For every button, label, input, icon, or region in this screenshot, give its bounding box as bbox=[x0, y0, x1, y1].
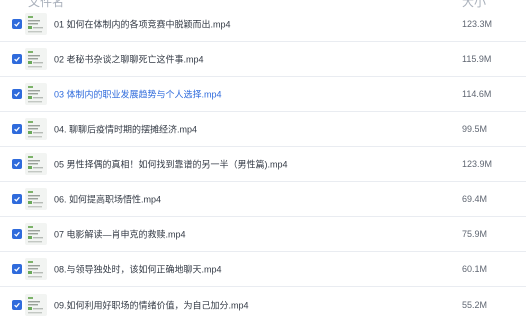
file-row[interactable]: 07 电影解读—肖申克的救赎.mp4 75.9M bbox=[0, 217, 526, 252]
video-file-icon bbox=[25, 153, 47, 175]
file-row[interactable]: 04. 聊聊后疫情时期的摆摊经济.mp4 99.5M bbox=[0, 112, 526, 147]
file-name[interactable]: 03 体制内的职业发展趋势与个人选择.mp4 bbox=[54, 88, 222, 101]
file-list: 文件名 大小 01 如何在体制内的各项竞赛中脱颖而出.mp4 123.3M 02… bbox=[0, 0, 526, 326]
checkmark-icon bbox=[14, 126, 20, 132]
checkbox[interactable] bbox=[12, 299, 22, 310]
checkmark-icon bbox=[14, 196, 20, 202]
file-row[interactable]: 03 体制内的职业发展趋势与个人选择.mp4 114.6M bbox=[0, 77, 526, 112]
file-row[interactable]: 08.与领导独处时，该如何正确地聊天.mp4 60.1M bbox=[0, 252, 526, 287]
file-size: 115.9M bbox=[462, 54, 492, 64]
file-size: 55.2M bbox=[462, 299, 488, 310]
file-size: 99.5M bbox=[462, 124, 488, 134]
file-size: 114.6M bbox=[462, 89, 492, 99]
checkbox[interactable] bbox=[12, 124, 22, 134]
checkbox[interactable] bbox=[12, 19, 22, 29]
checkmark-icon bbox=[14, 21, 20, 27]
checkbox[interactable] bbox=[12, 54, 22, 64]
checkbox[interactable] bbox=[12, 159, 22, 169]
checkmark-icon bbox=[14, 56, 20, 62]
file-name: 09.如何利用好职场的情绪价值，为自己加分.mp4 bbox=[54, 300, 249, 310]
checkbox[interactable] bbox=[12, 229, 22, 239]
file-row[interactable]: 05 男性择偶的真相！如何找到靠谱的另一半（男性篇).mp4 123.9M bbox=[0, 147, 526, 182]
file-name: 06. 如何提高职场悟性.mp4 bbox=[54, 194, 162, 205]
file-size: 60.1M bbox=[462, 264, 488, 274]
file-name: 02 老秘书杂谈之聊聊死亡这件事.mp4 bbox=[54, 54, 204, 65]
file-name: 07 电影解读—肖申克的救赎.mp4 bbox=[54, 229, 186, 240]
checkbox[interactable] bbox=[12, 89, 22, 99]
file-size: 69.4M bbox=[462, 194, 488, 204]
file-name: 01 如何在体制内的各项竞赛中脱颖而出.mp4 bbox=[54, 19, 231, 30]
video-file-icon bbox=[25, 258, 47, 280]
checkmark-icon bbox=[14, 231, 20, 237]
checkmark-icon bbox=[14, 91, 20, 97]
checkmark-icon bbox=[14, 266, 20, 272]
file-size: 123.9M bbox=[462, 159, 493, 169]
file-name: 05 男性择偶的真相！如何找到靠谱的另一半（男性篇).mp4 bbox=[54, 159, 288, 170]
file-size: 75.9M bbox=[462, 229, 488, 239]
video-file-icon bbox=[25, 13, 47, 35]
video-file-icon bbox=[25, 48, 47, 70]
file-name: 08.与领导独处时，该如何正确地聊天.mp4 bbox=[54, 264, 222, 275]
file-size: 123.3M bbox=[462, 19, 493, 29]
checkbox[interactable] bbox=[12, 194, 22, 204]
checkbox[interactable] bbox=[12, 264, 22, 274]
file-name: 04. 聊聊后疫情时期的摆摊经济.mp4 bbox=[54, 124, 198, 135]
video-file-icon bbox=[25, 188, 47, 210]
file-row[interactable]: 01 如何在体制内的各项竞赛中脱颖而出.mp4 123.3M bbox=[0, 7, 526, 42]
checkmark-icon bbox=[14, 302, 20, 308]
video-file-icon bbox=[25, 293, 47, 316]
checkmark-icon bbox=[14, 161, 20, 167]
file-row[interactable]: 09.如何利用好职场的情绪价值，为自己加分.mp4 55.2M bbox=[0, 287, 526, 322]
video-file-icon bbox=[25, 223, 47, 245]
video-file-icon bbox=[25, 118, 47, 140]
file-row[interactable]: 06. 如何提高职场悟性.mp4 69.4M bbox=[0, 182, 526, 217]
file-row[interactable]: 02 老秘书杂谈之聊聊死亡这件事.mp4 115.9M bbox=[0, 42, 526, 77]
video-file-icon bbox=[25, 83, 47, 105]
